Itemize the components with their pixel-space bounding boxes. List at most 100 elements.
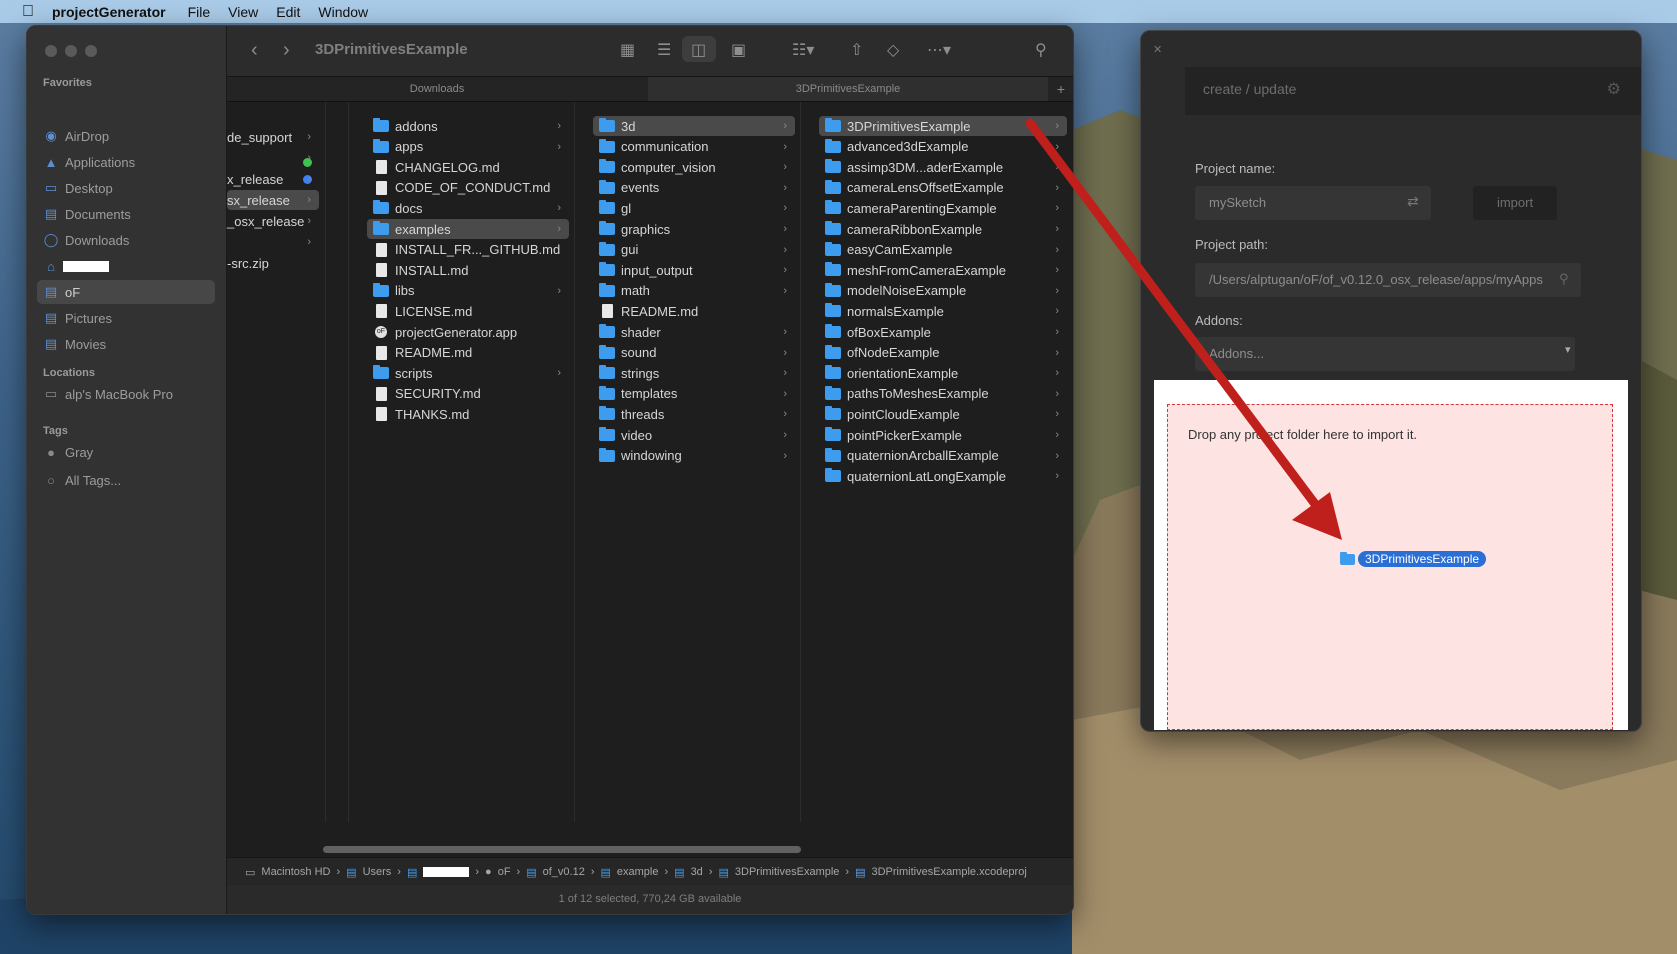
menu-window[interactable]: Window xyxy=(318,4,368,20)
tab-3dprimitives[interactable]: 3DPrimitivesExample xyxy=(648,77,1048,101)
sidebar-item[interactable]: ◉ AirDrop xyxy=(37,124,215,148)
project-path-input[interactable]: /Users/alptugan/oF/of_v0.12.0_osx_releas… xyxy=(1195,263,1581,297)
list-item[interactable]: templates › xyxy=(593,384,795,404)
list-item[interactable]: libs › xyxy=(367,281,569,301)
minimize-window-button[interactable] xyxy=(65,45,77,57)
list-item[interactable]: math › xyxy=(593,281,795,301)
list-item[interactable]: › xyxy=(227,232,319,252)
list-item[interactable]: graphics › xyxy=(593,219,795,239)
path-segment[interactable]: 3DPrimitivesExample.xcodeproj xyxy=(872,866,1027,878)
new-tab-icon[interactable]: + xyxy=(1049,77,1073,101)
list-item[interactable]: gl › xyxy=(593,198,795,218)
path-segment[interactable] xyxy=(423,867,470,877)
list-item[interactable]: easyCamExample › xyxy=(819,240,1067,260)
list-item[interactable]: quaternionLatLongExample › xyxy=(819,466,1067,486)
menu-edit[interactable]: Edit xyxy=(276,4,300,20)
list-item[interactable]: normalsExample › xyxy=(819,301,1067,321)
path-segment[interactable]: example xyxy=(617,866,659,878)
sidebar-item[interactable]: ▤ Documents xyxy=(37,202,215,226)
list-item[interactable]: strings › xyxy=(593,363,795,383)
create-update-tab[interactable]: create / update xyxy=(1203,81,1296,97)
list-item[interactable]: video › xyxy=(593,425,795,445)
path-segment[interactable]: oF xyxy=(498,866,511,878)
list-item[interactable]: de_support › xyxy=(227,127,319,147)
list-item[interactable]: CODE_OF_CONDUCT.md xyxy=(367,178,569,198)
list-item[interactable]: modelNoiseExample › xyxy=(819,281,1067,301)
list-item[interactable]: computer_vision › xyxy=(593,157,795,177)
list-item[interactable]: _osx_release › xyxy=(227,211,319,231)
list-item[interactable]: ofBoxExample › xyxy=(819,322,1067,342)
sidebar-item[interactable]: ▭ Desktop xyxy=(37,176,215,200)
apple-icon[interactable]:  xyxy=(18,3,38,21)
list-item[interactable]: cameraLensOffsetExample › xyxy=(819,178,1067,198)
path-segment[interactable]: of_v0.12 xyxy=(543,866,585,878)
gear-icon[interactable]: ⚙ xyxy=(1607,79,1621,99)
sidebar-item[interactable]: ▤ oF xyxy=(37,280,215,304)
list-item-selected[interactable]: 3d › xyxy=(593,116,795,136)
icon-view-icon[interactable]: ▦ xyxy=(620,40,635,60)
list-item[interactable]: cameraParentingExample › xyxy=(819,198,1067,218)
sidebar-item[interactable]: ▤ Movies xyxy=(37,332,215,356)
horizontal-scrollbar[interactable] xyxy=(323,846,801,853)
list-item[interactable]: README.md xyxy=(593,301,795,321)
menu-app-name[interactable]: projectGenerator xyxy=(52,4,166,20)
list-item[interactable]: INSTALL.md xyxy=(367,260,569,280)
list-item-selected[interactable]: sx_release › xyxy=(227,190,319,210)
menu-view[interactable]: View xyxy=(228,4,258,20)
list-item[interactable]: THANKS.md xyxy=(367,404,569,424)
list-view-icon[interactable]: ☰ xyxy=(657,40,671,60)
list-item[interactable]: meshFromCameraExample › xyxy=(819,260,1067,280)
menu-file[interactable]: File xyxy=(188,4,211,20)
project-name-input[interactable]: mySketch xyxy=(1195,186,1431,220)
path-segment[interactable]: Users xyxy=(363,866,392,878)
more-icon[interactable]: ⋯▾ xyxy=(927,40,951,60)
list-item[interactable]: LICENSE.md xyxy=(367,301,569,321)
column-view-icon[interactable]: ◫ xyxy=(691,40,706,60)
list-item[interactable]: pathsToMeshesExample › xyxy=(819,384,1067,404)
list-item[interactable]: SECURITY.md xyxy=(367,384,569,404)
list-item[interactable]: gui › xyxy=(593,240,795,260)
list-item[interactable]: cameraRibbonExample › xyxy=(819,219,1067,239)
list-item-selected[interactable]: examples › xyxy=(367,219,569,239)
import-button[interactable]: import xyxy=(1473,186,1557,220)
chevron-down-icon[interactable]: ▾ xyxy=(1565,343,1571,356)
sidebar-item[interactable]: ▲ Applications xyxy=(37,150,215,174)
list-item-selected[interactable]: 3DPrimitivesExample › xyxy=(819,116,1067,136)
list-item[interactable]: scripts › xyxy=(367,363,569,383)
shuffle-icon[interactable]: ⇄ xyxy=(1407,193,1419,210)
sidebar-item[interactable]: ▤ Pictures xyxy=(37,306,215,330)
list-item[interactable]: -src.zip xyxy=(227,253,319,273)
list-item[interactable]: README.md xyxy=(367,343,569,363)
list-item[interactable]: quaternionArcballExample › xyxy=(819,446,1067,466)
list-item[interactable]: pointPickerExample › xyxy=(819,425,1067,445)
list-item[interactable]: assimp3DM...aderExample › xyxy=(819,157,1067,177)
list-item[interactable]: threads › xyxy=(593,404,795,424)
sidebar-item-macbook[interactable]: ▭ alp's MacBook Pro xyxy=(37,382,215,406)
list-item[interactable]: events › xyxy=(593,178,795,198)
list-item[interactable]: orientationExample › xyxy=(819,363,1067,383)
back-icon[interactable]: ‹ xyxy=(251,39,258,62)
list-item[interactable]: communication › xyxy=(593,137,795,157)
sidebar-tag-gray[interactable]: ● Gray xyxy=(37,440,215,464)
path-segment[interactable]: 3d xyxy=(691,866,703,878)
list-item[interactable]: sound › xyxy=(593,343,795,363)
list-item[interactable]: addons › xyxy=(367,116,569,136)
zoom-window-button[interactable] xyxy=(85,45,97,57)
path-segment[interactable]: Macintosh HD xyxy=(261,866,330,878)
list-item[interactable]: windowing › xyxy=(593,446,795,466)
tab-downloads[interactable]: Downloads xyxy=(227,77,647,101)
sidebar-item[interactable]: ⌂ xyxy=(37,254,215,278)
list-item[interactable]: CHANGELOG.md xyxy=(367,157,569,177)
list-item[interactable]: oF projectGenerator.app xyxy=(367,322,569,342)
sidebar-item[interactable]: ◯ Downloads xyxy=(37,228,215,252)
list-item[interactable]: x_release › xyxy=(227,169,319,189)
path-segment[interactable]: 3DPrimitivesExample xyxy=(735,866,840,878)
tag-icon[interactable]: ◇ xyxy=(887,40,899,60)
list-item[interactable]: input_output › xyxy=(593,260,795,280)
forward-icon[interactable]: › xyxy=(283,39,290,62)
close-window-button[interactable] xyxy=(45,45,57,57)
drop-zone[interactable]: Drop any project folder here to import i… xyxy=(1167,404,1613,730)
search-icon[interactable]: ⚲ xyxy=(1035,40,1047,60)
sidebar-all-tags[interactable]: ○ All Tags... xyxy=(37,468,215,492)
list-item[interactable]: ofNodeExample › xyxy=(819,343,1067,363)
